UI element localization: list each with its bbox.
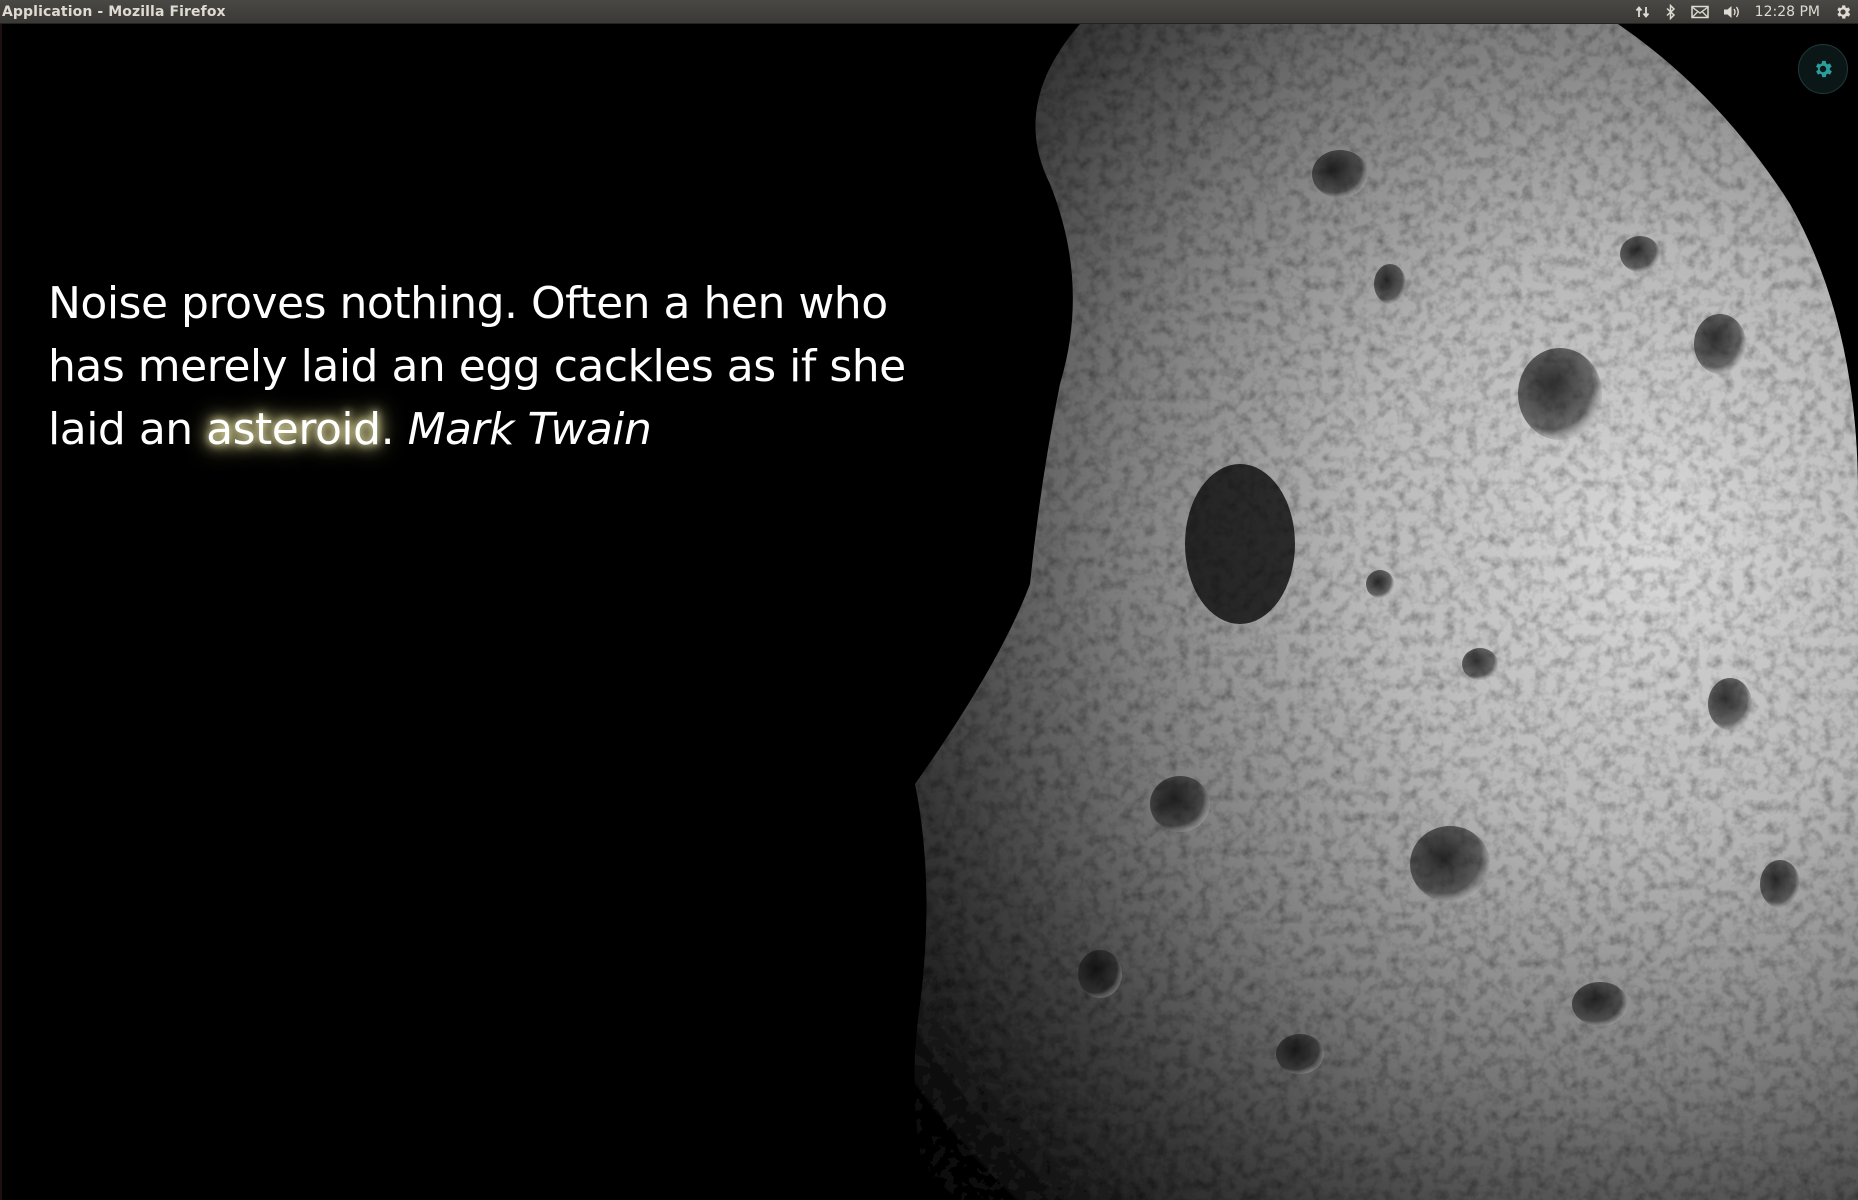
page-viewport: Noise proves nothing. Often a hen who ha… [0,24,1858,1200]
quote-author: Mark Twain [407,404,652,455]
mail-icon[interactable] [1690,5,1709,19]
quote-text: Noise proves nothing. Often a hen who ha… [48,272,958,461]
volume-icon[interactable] [1723,4,1741,20]
bluetooth-icon[interactable] [1665,3,1677,20]
settings-button[interactable] [1798,44,1848,94]
indicator-area: 12:28 PM [1635,3,1858,21]
window-title: Application - Mozilla Firefox [2,3,226,20]
system-top-bar: Application - Mozilla Firefox 12:28 PM [0,0,1858,24]
gear-icon [1816,60,1832,78]
session-gear-icon[interactable] [1834,3,1852,21]
network-updown-icon[interactable] [1635,4,1651,20]
clock[interactable]: 12:28 PM [1755,4,1820,20]
asteroid-image [914,24,1858,1200]
quote-punctuation: . [380,404,395,455]
quote-keyword[interactable]: asteroid [206,404,381,455]
